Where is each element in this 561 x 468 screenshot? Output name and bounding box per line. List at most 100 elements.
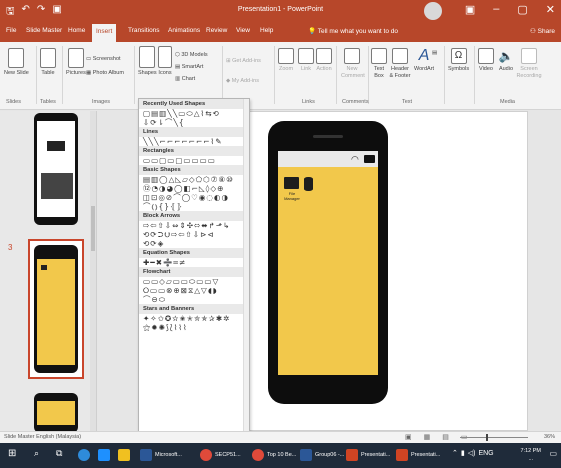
tell-me-search[interactable]: 💡 Tell me what you want to do [308, 27, 398, 35]
volume-icon: ◁) [467, 450, 476, 457]
slide-number: 3 [8, 243, 13, 252]
text-more-icon[interactable]: ▤ [432, 50, 437, 56]
link-button[interactable]: Link [298, 48, 314, 73]
task-view-icon[interactable]: ⧉ [56, 448, 62, 459]
screen-recording-button[interactable]: Screen Recording [516, 48, 542, 80]
database-icon[interactable] [304, 177, 313, 191]
tab-transitions[interactable]: Transitions [128, 27, 160, 34]
shape-row[interactable]: ▢▤▥╲╲▭⬭△⌇⇆⟲ [139, 109, 249, 118]
shape-row[interactable]: ⟲⟳⮊⮋⇨⇦⇧⇩⊳⊲ [139, 230, 249, 239]
tab-insert[interactable]: Insert [92, 24, 117, 42]
zoom-percentage[interactable]: 36% [544, 434, 555, 440]
photo-album-label: Photo Album [92, 70, 124, 76]
slide-sorter-icon[interactable]: ▦ [424, 433, 431, 441]
shape-row[interactable]: ⟲⟳◈ [139, 239, 249, 248]
tab-slide-master[interactable]: Slide Master [26, 27, 62, 34]
video-button[interactable]: Video [478, 48, 494, 73]
3d-models-button[interactable]: ⬡ 3D Models [175, 52, 208, 58]
tab-file[interactable]: File [6, 27, 16, 34]
new-slide-button[interactable]: New Slide [4, 48, 29, 77]
video-icon [478, 48, 494, 64]
screenshot-button[interactable]: ▭ Screenshot [86, 56, 121, 62]
slide-thumbnail-2[interactable] [30, 111, 82, 229]
battery-icon [364, 155, 375, 163]
shape-row[interactable]: ▭▭◇▱▭▭⬭▭▭▽ [139, 277, 249, 286]
taskbar-app-label: Group06 -... [315, 452, 345, 458]
shape-row[interactable]: ✚━✖➗═≠ [139, 258, 249, 267]
slide-thumbnail-4[interactable] [30, 391, 82, 433]
ribbon-display-icon[interactable]: ▣ [465, 3, 475, 16]
shapes-button[interactable]: Shapes [138, 46, 157, 77]
audio-button[interactable]: 🔈 Audio [498, 48, 514, 73]
panel-scroll-thumb[interactable] [91, 206, 95, 251]
taskbar-app-chrome-2[interactable]: Top 10 Be... [252, 449, 296, 461]
shape-row[interactable]: ✦✧✩✪✫✬✭✮✯✰✱✲ [139, 314, 249, 323]
tab-home[interactable]: Home [68, 27, 85, 34]
reading-view-icon[interactable]: ▤ [442, 433, 449, 441]
clock[interactable]: 7:12 PM ... [521, 447, 541, 463]
shape-row[interactable]: ▤▥◯△◺▱◇⬠⬡⑦⑧⑩ [139, 175, 249, 184]
table-button[interactable]: Table [40, 48, 56, 77]
zoom-slider-thumb[interactable] [486, 434, 488, 441]
account-avatar[interactable] [424, 2, 442, 20]
photo-album-button[interactable]: ▦ Photo Album [86, 70, 124, 76]
slide-thumbnail-3[interactable] [28, 239, 84, 379]
shape-row[interactable]: ▭▭▢▭▢▭▭▭▭ [139, 156, 249, 165]
taskbar-app-word[interactable]: Microsoft... [140, 449, 182, 461]
new-comment-button[interactable]: New Comment [341, 48, 365, 80]
tab-view[interactable]: View [236, 27, 250, 34]
shape-row[interactable]: ⇩⟳⇂⌒╲{ [139, 118, 249, 127]
shape-row[interactable]: ⌒⦅⦆{}⦃⦄ [139, 202, 249, 211]
new-comment-label: New Comment [341, 66, 365, 79]
windows-start-icon[interactable]: ⊞ [8, 448, 16, 459]
shape-row[interactable]: ╲╲╲⌐⌐⌐⌐⌐⌐⌐⌇✎ [139, 137, 249, 146]
tab-help[interactable]: Help [260, 27, 273, 34]
window-controls: ▣ – ▢ ✕ [465, 3, 555, 16]
smartart-button[interactable]: ▤ SmartArt [175, 64, 203, 70]
header-footer-button[interactable]: Header & Footer [389, 48, 411, 80]
taskbar-app-group[interactable]: Group06 -... [300, 449, 344, 461]
edge-taskbar-icon[interactable] [98, 449, 110, 461]
notifications-icon[interactable]: ▭ [549, 449, 557, 458]
shape-row[interactable]: ⇨⇦⇧⇩⇔⇕✣⬄⬌↱⬏↳ [139, 221, 249, 230]
new-slide-icon [8, 48, 25, 68]
symbols-button[interactable]: Ω Symbols [448, 48, 469, 73]
panel-scrollbar[interactable] [90, 111, 96, 431]
pictures-icon [67, 48, 84, 68]
zoom-button[interactable]: Zoom [278, 48, 294, 73]
shape-row[interactable]: ◫⊡◎⊘⌒◯♡◉◌◐◑ [139, 193, 249, 202]
share-button[interactable]: ⚇ Share [530, 27, 555, 35]
taskbar-app-chrome-1[interactable]: SECP51... [200, 449, 241, 461]
icons-button[interactable]: Icons [158, 46, 172, 77]
normal-view-icon[interactable]: ▣ [405, 433, 412, 441]
maximize-icon[interactable]: ▢ [517, 3, 527, 16]
chart-button[interactable]: ▥ Chart [175, 76, 195, 82]
folder-icon[interactable] [284, 177, 299, 189]
table-icon [40, 48, 56, 68]
taskbar-app-powerpoint-2[interactable]: Presentati... [396, 449, 440, 461]
tab-review[interactable]: Review [206, 27, 227, 34]
shape-row[interactable]: ⑫◔◑◕◯◧⌐◺◊◇⊕ [139, 184, 249, 193]
chrome-taskbar-icon[interactable] [78, 449, 90, 461]
pictures-button[interactable]: Pictures [66, 48, 86, 77]
word-icon [300, 449, 312, 461]
close-icon[interactable]: ✕ [546, 3, 555, 16]
folder-taskbar-icon[interactable] [118, 449, 130, 461]
system-tray-icons[interactable]: ⌃ ▮ ◁) ENG [452, 449, 494, 458]
shapes-gallery-scrollbar[interactable] [243, 99, 249, 437]
title-bar: 🖫 ↶ ↷ ▣ Presentation1 - PowerPoint ▣ – ▢… [0, 0, 561, 22]
shape-row[interactable]: ⌒⊖⬭ [139, 295, 249, 304]
tab-animations[interactable]: Animations [168, 27, 200, 34]
action-button[interactable]: Action [316, 48, 332, 73]
zoom-slider[interactable] [460, 437, 528, 438]
get-addins-button[interactable]: ⊞ Get Add-ins [226, 58, 261, 64]
search-icon[interactable]: ⌕ [34, 448, 39, 459]
minimize-icon[interactable]: – [493, 3, 499, 16]
text-box-button[interactable]: Text Box [371, 48, 387, 80]
shape-row[interactable]: ⚝✹✺⟆⟅⌇⌇⌇ [139, 323, 249, 332]
shape-row[interactable]: ⭘▭▭⊗⊕⊠⧖△▽◖◗ [139, 286, 249, 295]
taskbar-app-powerpoint-1[interactable]: Presentati... [346, 449, 390, 461]
up-arrow-icon: ⌃ [452, 450, 458, 457]
my-addins-button[interactable]: ◆ My Add-ins [226, 78, 259, 84]
phone-frame[interactable]: ◠ File Manager [268, 121, 388, 404]
